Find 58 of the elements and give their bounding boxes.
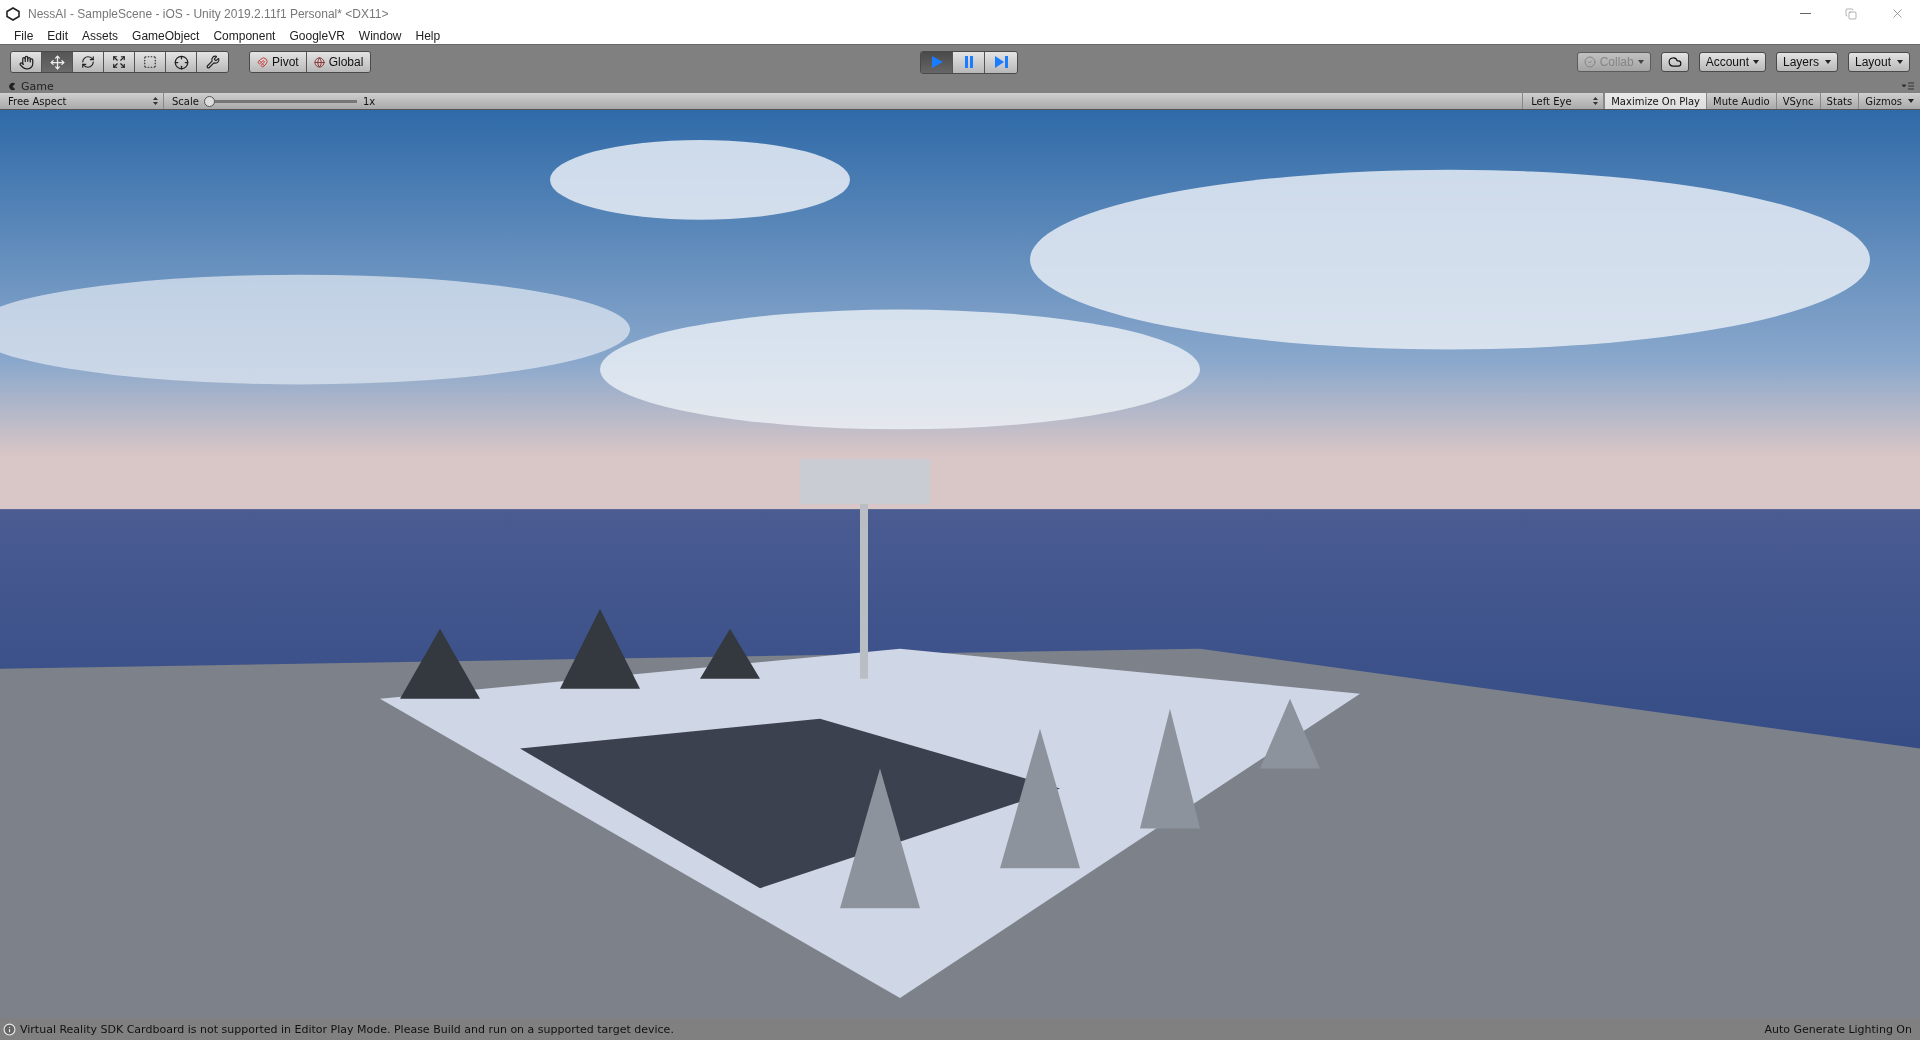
menu-item[interactable]: Assets — [75, 28, 126, 43]
restore-icon — [1845, 7, 1857, 20]
tool-button[interactable] — [73, 52, 104, 72]
tool-button[interactable] — [11, 52, 42, 72]
play-icon — [930, 56, 943, 68]
pause-icon — [963, 56, 974, 68]
rect-icon — [143, 55, 157, 69]
step-icon — [994, 56, 1008, 68]
tool-button[interactable] — [166, 52, 197, 72]
dropdown-button[interactable]: Account — [1698, 52, 1766, 72]
lighting-status: Auto Generate Lighting On — [1764, 1022, 1912, 1036]
cloud-icon — [1667, 55, 1682, 69]
magnet-icon — [257, 56, 268, 68]
info-icon — [3, 1022, 16, 1036]
slider-thumb[interactable] — [203, 95, 215, 107]
up-down-arrows-icon — [1593, 97, 1599, 105]
menu-item[interactable]: GoogleVR — [282, 28, 352, 43]
status-message: Virtual Reality SDK Cardboard is not supported in Editor Play Mode. Please Build and run on a supported target device. — [20, 1022, 674, 1036]
scale-value: 1x — [362, 95, 376, 107]
menu-item[interactable]: Help — [408, 28, 448, 43]
toggle-button[interactable]: Stats — [1819, 93, 1859, 109]
toggle-button[interactable]: Maximize On Play — [1604, 93, 1706, 109]
minimize-icon — [1799, 13, 1811, 14]
scale-icon — [112, 55, 126, 69]
dropdown-button[interactable]: Layers — [1776, 52, 1838, 72]
cloud-button[interactable] — [1660, 52, 1689, 72]
menu-item[interactable]: File — [7, 28, 41, 43]
tool-button[interactable] — [104, 52, 135, 72]
up-down-arrows-icon — [153, 97, 158, 105]
gizmos-dropdown[interactable]: Gizmos — [1858, 93, 1920, 109]
step-button[interactable] — [985, 51, 1017, 73]
scale-label: Scale — [172, 95, 199, 107]
handle-toggle-button[interactable]: Pivot — [250, 52, 307, 72]
rotate-icon — [81, 55, 95, 69]
move-icon — [49, 54, 65, 70]
hand-icon — [18, 54, 34, 70]
unity-logo-icon — [6, 6, 20, 21]
menu-item[interactable]: Edit — [40, 28, 76, 43]
tool-button[interactable] — [197, 52, 228, 72]
window-title: NessAI - SampleScene - iOS - Unity 2019.2.11f1 Personal* <DX11> — [28, 6, 390, 21]
check-icon — [1583, 56, 1596, 68]
pause-button[interactable] — [953, 51, 985, 73]
dropdown-button[interactable]: Layout — [1848, 52, 1910, 72]
menu-item[interactable]: Component — [206, 28, 283, 43]
handle-toggle-button[interactable]: Global — [306, 52, 371, 72]
menu-icon[interactable] — [1902, 82, 1914, 90]
game-tab[interactable]: Game — [8, 79, 54, 93]
crosshair-icon — [173, 54, 189, 70]
tool-button[interactable] — [42, 52, 73, 72]
globe-icon — [313, 56, 325, 68]
toggle-button[interactable]: VSync — [1775, 93, 1820, 109]
aspect-dropdown[interactable]: Free Aspect — [0, 93, 164, 109]
wrench-icon — [205, 55, 220, 69]
menu-item[interactable]: Window — [351, 28, 409, 43]
menu-item[interactable]: GameObject — [125, 28, 207, 43]
tool-button[interactable] — [135, 52, 166, 72]
pacman-icon — [8, 81, 17, 91]
toggle-button[interactable]: Mute Audio — [1706, 93, 1776, 109]
